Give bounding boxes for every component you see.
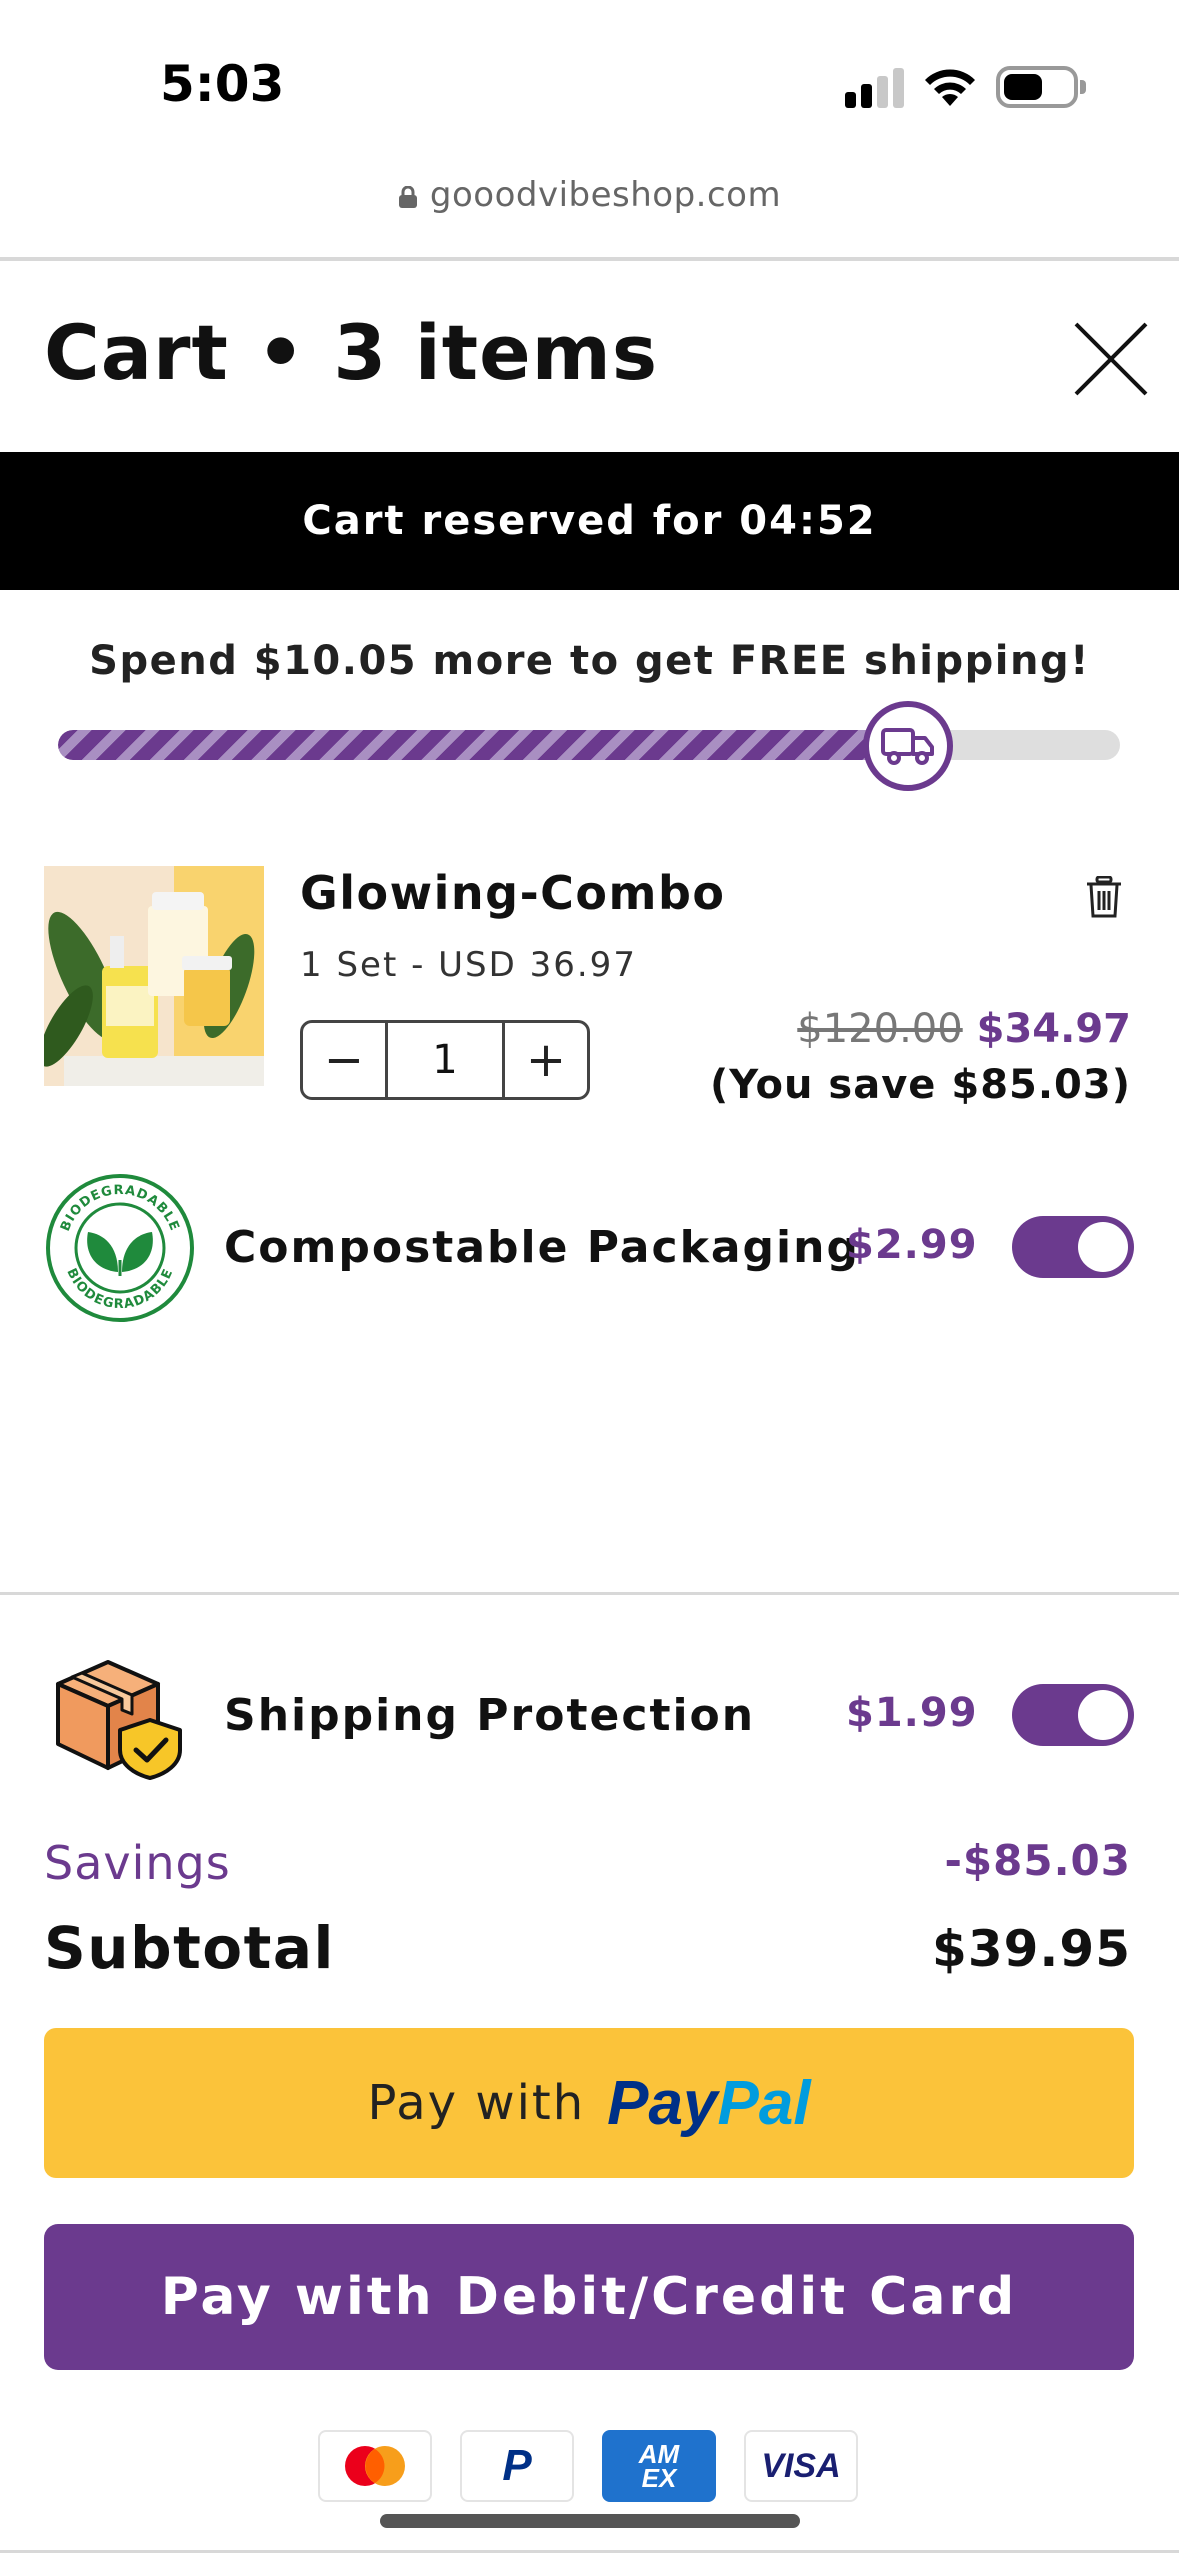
cart-reserved-banner: Cart reserved for 04:52 [0, 452, 1179, 590]
mastercard-icon [318, 2430, 432, 2502]
toggle-knob [1078, 1690, 1128, 1740]
compostable-packaging-toggle[interactable] [1012, 1216, 1134, 1278]
paypal-logo-pal: Pal [717, 2068, 811, 2138]
divider [0, 1592, 1179, 1595]
shipping-protection-price: $1.99 [846, 1690, 978, 1736]
visa-icon: VISA [744, 2430, 858, 2502]
original-price: $120.00 [797, 1006, 963, 1052]
free-shipping-progress-bar [58, 730, 1120, 760]
biodegradable-badge-icon: BIODEGRADABLE BIODEGRADABLE [46, 1174, 194, 1322]
product-variant: 1 Set - USD 36.97 [300, 945, 637, 985]
you-save-text: (You save $85.03) [709, 1062, 1131, 1108]
shipping-protection-label: Shipping Protection [224, 1690, 756, 1741]
product-price: $120.00 $34.97 [797, 1006, 1131, 1052]
increase-quantity-button[interactable]: + [505, 1023, 587, 1097]
divider [0, 257, 1179, 261]
quantity-stepper: − 1 + [300, 1020, 590, 1100]
quantity-value[interactable]: 1 [385, 1023, 505, 1097]
amex-icon: AM EX [602, 2430, 716, 2502]
subtotal-value: $39.95 [932, 1920, 1131, 1978]
product-image[interactable] [44, 866, 264, 1086]
cart-title: Cart • 3 items [44, 308, 659, 397]
close-icon[interactable] [1070, 318, 1152, 400]
shipping-protection-toggle[interactable] [1012, 1684, 1134, 1746]
address-bar[interactable]: gooodvibeshop.com [0, 175, 1179, 235]
paypal-logo-pay: Pay [607, 2068, 718, 2138]
status-time: 5:03 [160, 55, 285, 113]
compostable-packaging-label: Compostable Packaging [224, 1222, 860, 1273]
wifi-icon [925, 69, 975, 106]
free-shipping-message: Spend $10.05 more to get FREE shipping! [89, 638, 1090, 684]
status-bar: 5:03 [0, 0, 1179, 150]
pay-with-paypal-button[interactable]: Pay with Pay Pal [44, 2028, 1134, 2178]
product-name[interactable]: Glowing-Combo [300, 866, 725, 920]
trash-icon[interactable] [1086, 876, 1122, 918]
paypal-button-prefix: Pay with [367, 2075, 586, 2131]
shipping-protection-box-icon [56, 1660, 182, 1780]
home-indicator[interactable] [380, 2514, 800, 2528]
progress-fill [58, 730, 908, 760]
compostable-packaging-price: $2.99 [846, 1222, 978, 1268]
truck-progress-marker [863, 701, 953, 791]
truck-icon [881, 728, 934, 765]
savings-label: Savings [44, 1836, 231, 1890]
savings-value: -$85.03 [944, 1836, 1131, 1885]
cellular-signal-icon [845, 68, 905, 108]
url-text: gooodvibeshop.com [429, 175, 782, 215]
payment-method-icons: P AM EX VISA [318, 2430, 866, 2502]
product-photo [44, 866, 264, 1086]
divider [0, 2550, 1179, 2553]
sale-price: $34.97 [976, 1006, 1131, 1052]
paypal-icon: P [460, 2430, 574, 2502]
lock-icon [398, 186, 417, 208]
battery-icon [996, 66, 1086, 108]
decrease-quantity-button[interactable]: − [303, 1023, 385, 1097]
subtotal-label: Subtotal [44, 1914, 335, 1982]
pay-with-card-button[interactable]: Pay with Debit/Credit Card [44, 2224, 1134, 2370]
toggle-knob [1078, 1222, 1128, 1272]
